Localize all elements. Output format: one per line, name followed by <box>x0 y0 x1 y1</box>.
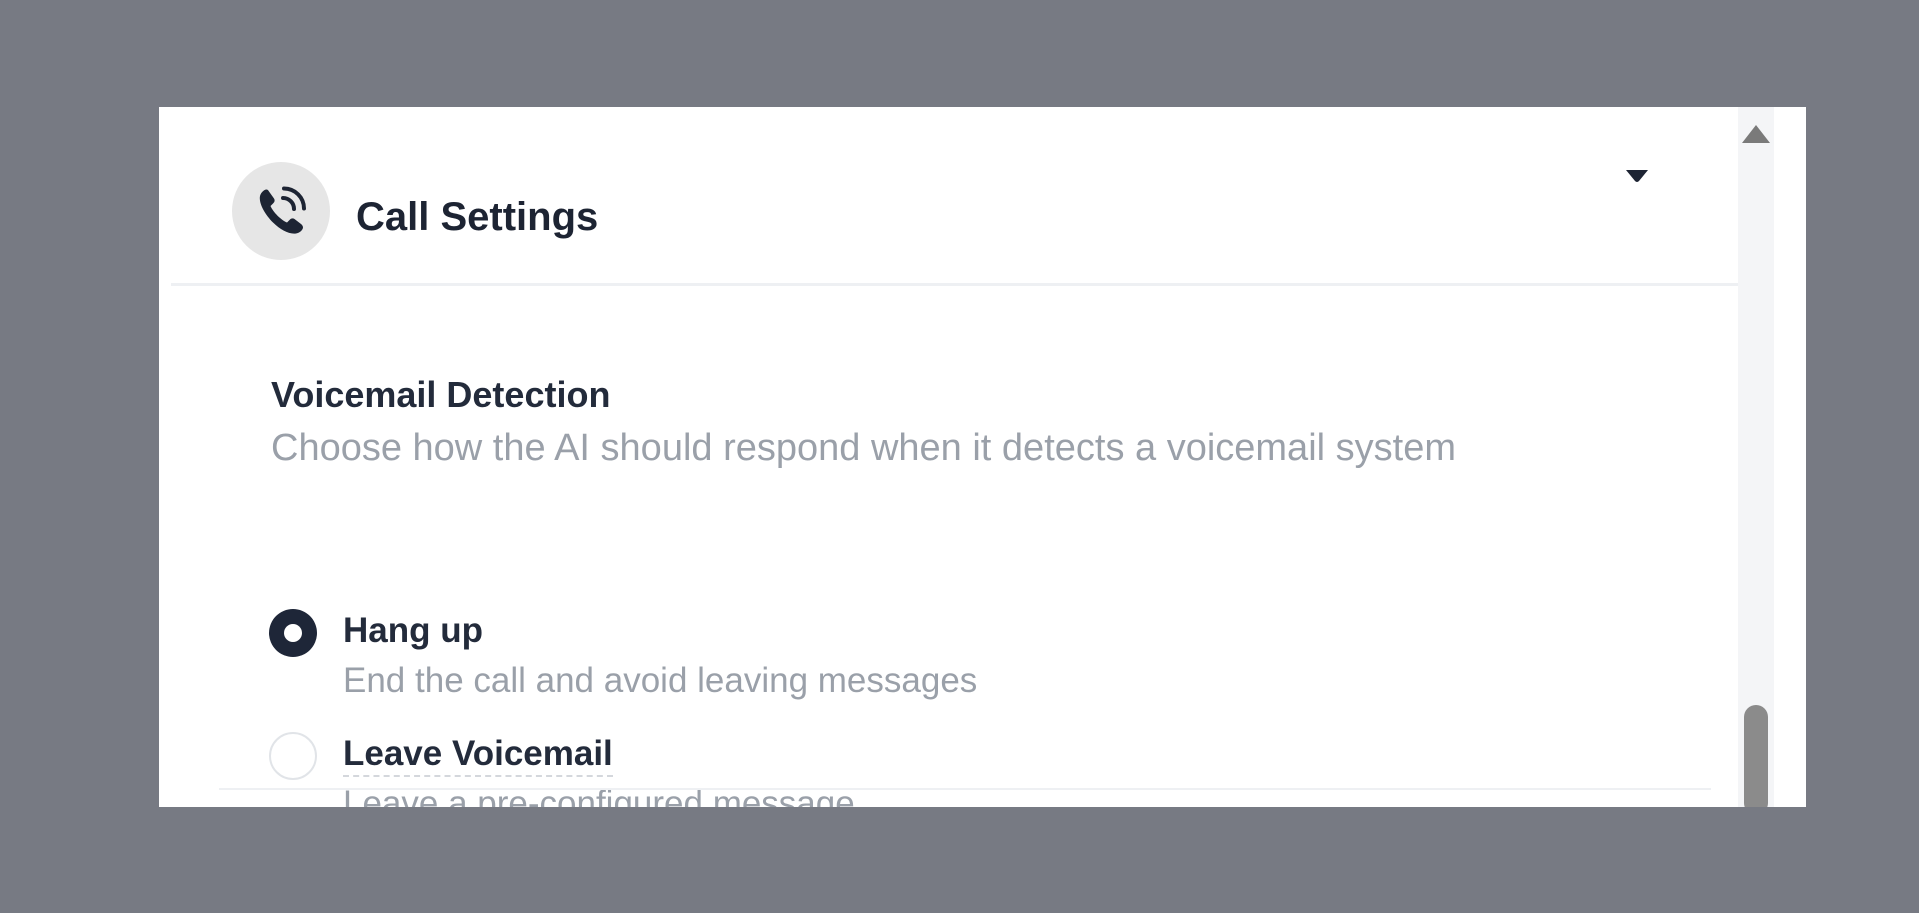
radio-option-description: End the call and avoid leaving messages <box>343 661 978 700</box>
voicemail-detection-title: Voicemail Detection <box>271 374 611 415</box>
radio-option-label: Leave Voicemail <box>343 733 613 777</box>
phone-call-icon <box>232 162 330 260</box>
scrollbar-thumb[interactable] <box>1744 705 1768 807</box>
radio-option-label: Hang up <box>343 611 483 650</box>
section-header-title: Call Settings <box>356 195 599 239</box>
radio-button-unchecked[interactable] <box>269 732 317 780</box>
radio-option-description: Leave a pre-configured message <box>343 784 855 807</box>
vertical-scrollbar[interactable] <box>1738 107 1806 807</box>
scroll-up-arrow-icon[interactable] <box>1740 122 1772 146</box>
caret-down-icon[interactable] <box>1620 161 1650 191</box>
voicemail-detection-description: Choose how the AI should respond when it… <box>271 427 1456 469</box>
section-divider <box>219 788 1711 790</box>
call-settings-panel: Call Settings Voicemail Detection Choose… <box>159 107 1806 807</box>
scrollbar-track[interactable] <box>1738 107 1774 807</box>
panel-content: Call Settings Voicemail Detection Choose… <box>171 107 1738 807</box>
call-settings-header[interactable]: Call Settings <box>171 107 1738 286</box>
radio-option-hang-up[interactable]: Hang up End the call and avoid leaving m… <box>269 609 1569 709</box>
radio-option-leave-voicemail[interactable]: Leave Voicemail Leave a pre-configured m… <box>269 732 1569 807</box>
radio-button-checked[interactable] <box>269 609 317 657</box>
